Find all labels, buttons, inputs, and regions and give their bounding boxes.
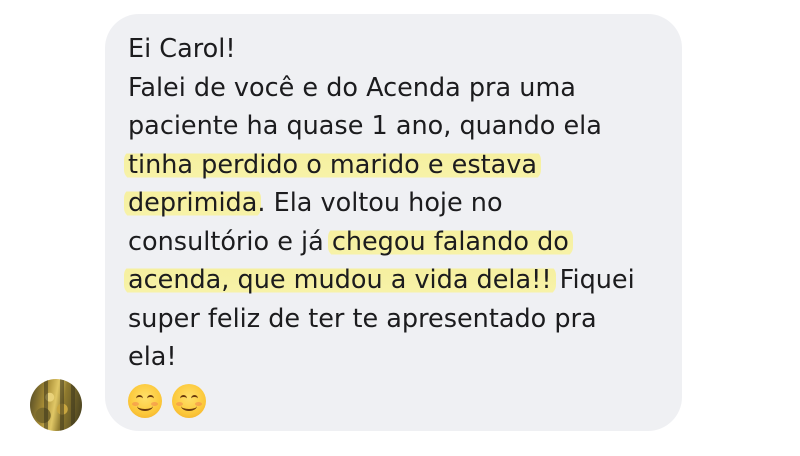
chat-stage: Ei Carol! Falei de você e do Acenda pra … [0, 0, 800, 456]
message-line: Falei de você e do Acenda pra uma [128, 72, 576, 103]
smiling-face-icon [128, 383, 162, 418]
message-text: Ei Carol! Falei de você e do Acenda pra … [124, 30, 668, 419]
message-line: super feliz de ter te apresentado pra [128, 303, 597, 334]
message-line: acenda, que mudou a vida dela!! Fiquei [124, 261, 668, 300]
highlighted-text: deprimida [124, 188, 262, 218]
message-line: consultório e já chegou falando do [128, 223, 668, 262]
smiling-face-icon [172, 383, 206, 418]
highlighted-text: acenda, que mudou a vida dela!! [124, 265, 556, 295]
emoji-row [128, 381, 668, 419]
message-line: Ei Carol! [128, 34, 236, 64]
sender-avatar[interactable] [30, 379, 82, 431]
message-line: deprimida. Ela voltou hoje no [124, 184, 668, 223]
message-line: ela! [128, 342, 177, 372]
highlighted-text: tinha perdido o marido e estava [124, 149, 541, 180]
message-line: tinha perdido o marido e estava [124, 146, 668, 185]
highlighted-text: chegou falando do [327, 226, 573, 257]
message-line: paciente ha quase 1 ano, quando ela [128, 111, 602, 141]
